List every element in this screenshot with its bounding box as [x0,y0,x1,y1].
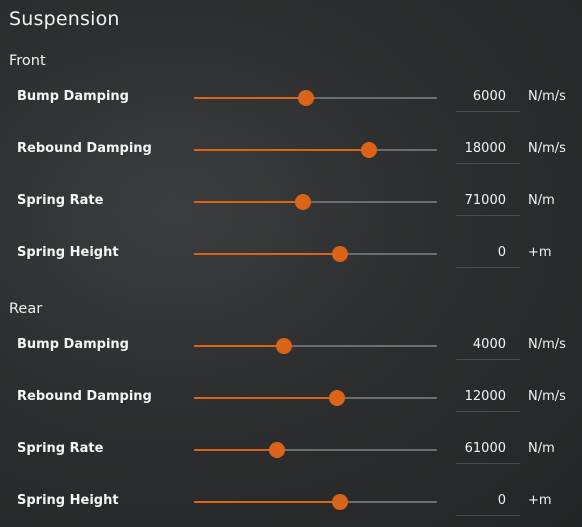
panel-title: Suspension [9,8,120,30]
slider-fill [194,149,369,151]
value-text: 61000 [464,441,506,456]
row-rear-rebound-damping: Rebound Damping 12000 N/m/s [0,381,582,415]
unit-label: N/m/s [528,89,566,104]
slider-thumb[interactable] [268,442,285,458]
row-label: Spring Rate [17,441,104,456]
unit-label: N/m/s [528,389,566,404]
row-rear-bump-damping: Bump Damping 4000 N/m/s [0,329,582,363]
unit-label: +m [528,493,552,508]
value-text: 18000 [464,141,506,156]
value-field[interactable]: 12000 [456,381,520,412]
slider-thumb[interactable] [360,142,377,158]
slider-front-spring-height[interactable] [194,237,437,271]
slider-rear-bump-damping[interactable] [194,329,437,363]
row-label: Spring Height [17,245,119,260]
row-front-spring-rate: Spring Rate 71000 N/m [0,185,582,219]
slider-front-rebound-damping[interactable] [194,133,437,167]
slider-rear-rebound-damping[interactable] [194,381,437,415]
slider-thumb[interactable] [331,494,348,510]
value-field[interactable]: 6000 [456,81,520,112]
value-field[interactable]: 0 [456,485,520,516]
value-text: 4000 [472,337,506,352]
slider-rear-spring-height[interactable] [194,485,437,519]
row-rear-spring-rate: Spring Rate 61000 N/m [0,433,582,467]
slider-thumb[interactable] [297,90,314,106]
value-field[interactable]: 61000 [456,433,520,464]
slider-fill [194,253,340,255]
slider-fill [194,501,340,503]
slider-thumb[interactable] [295,194,312,210]
value-text: 71000 [464,193,506,208]
unit-label: +m [528,245,552,260]
row-front-rebound-damping: Rebound Damping 18000 N/m/s [0,133,582,167]
row-label: Rebound Damping [17,141,152,156]
slider-fill [194,345,284,347]
slider-thumb[interactable] [275,338,292,354]
suspension-panel: Suspension Front Bump Damping 6000 N/m/s… [0,0,582,527]
row-label: Spring Rate [17,193,104,208]
row-front-bump-damping: Bump Damping 6000 N/m/s [0,81,582,115]
slider-front-spring-rate[interactable] [194,185,437,219]
value-text: 0 [497,493,506,508]
value-text: 6000 [472,89,506,104]
value-field[interactable]: 18000 [456,133,520,164]
unit-label: N/m/s [528,141,566,156]
row-label: Spring Height [17,493,119,508]
slider-fill [194,97,306,99]
section-label-rear: Rear [9,301,43,317]
value-field[interactable]: 71000 [456,185,520,216]
row-label: Bump Damping [17,337,129,352]
slider-fill [194,201,304,203]
row-rear-spring-height: Spring Height 0 +m [0,485,582,519]
row-front-spring-height: Spring Height 0 +m [0,237,582,271]
row-label: Rebound Damping [17,389,152,404]
slider-fill [194,449,277,451]
slider-front-bump-damping[interactable] [194,81,437,115]
unit-label: N/m [528,441,555,456]
value-text: 12000 [464,389,506,404]
value-field[interactable]: 4000 [456,329,520,360]
unit-label: N/m [528,193,555,208]
row-label: Bump Damping [17,89,129,104]
value-text: 0 [497,245,506,260]
section-label-front: Front [9,53,46,69]
slider-thumb[interactable] [331,246,348,262]
unit-label: N/m/s [528,337,566,352]
slider-rear-spring-rate[interactable] [194,433,437,467]
slider-thumb[interactable] [329,390,346,406]
slider-fill [194,397,338,399]
value-field[interactable]: 0 [456,237,520,268]
